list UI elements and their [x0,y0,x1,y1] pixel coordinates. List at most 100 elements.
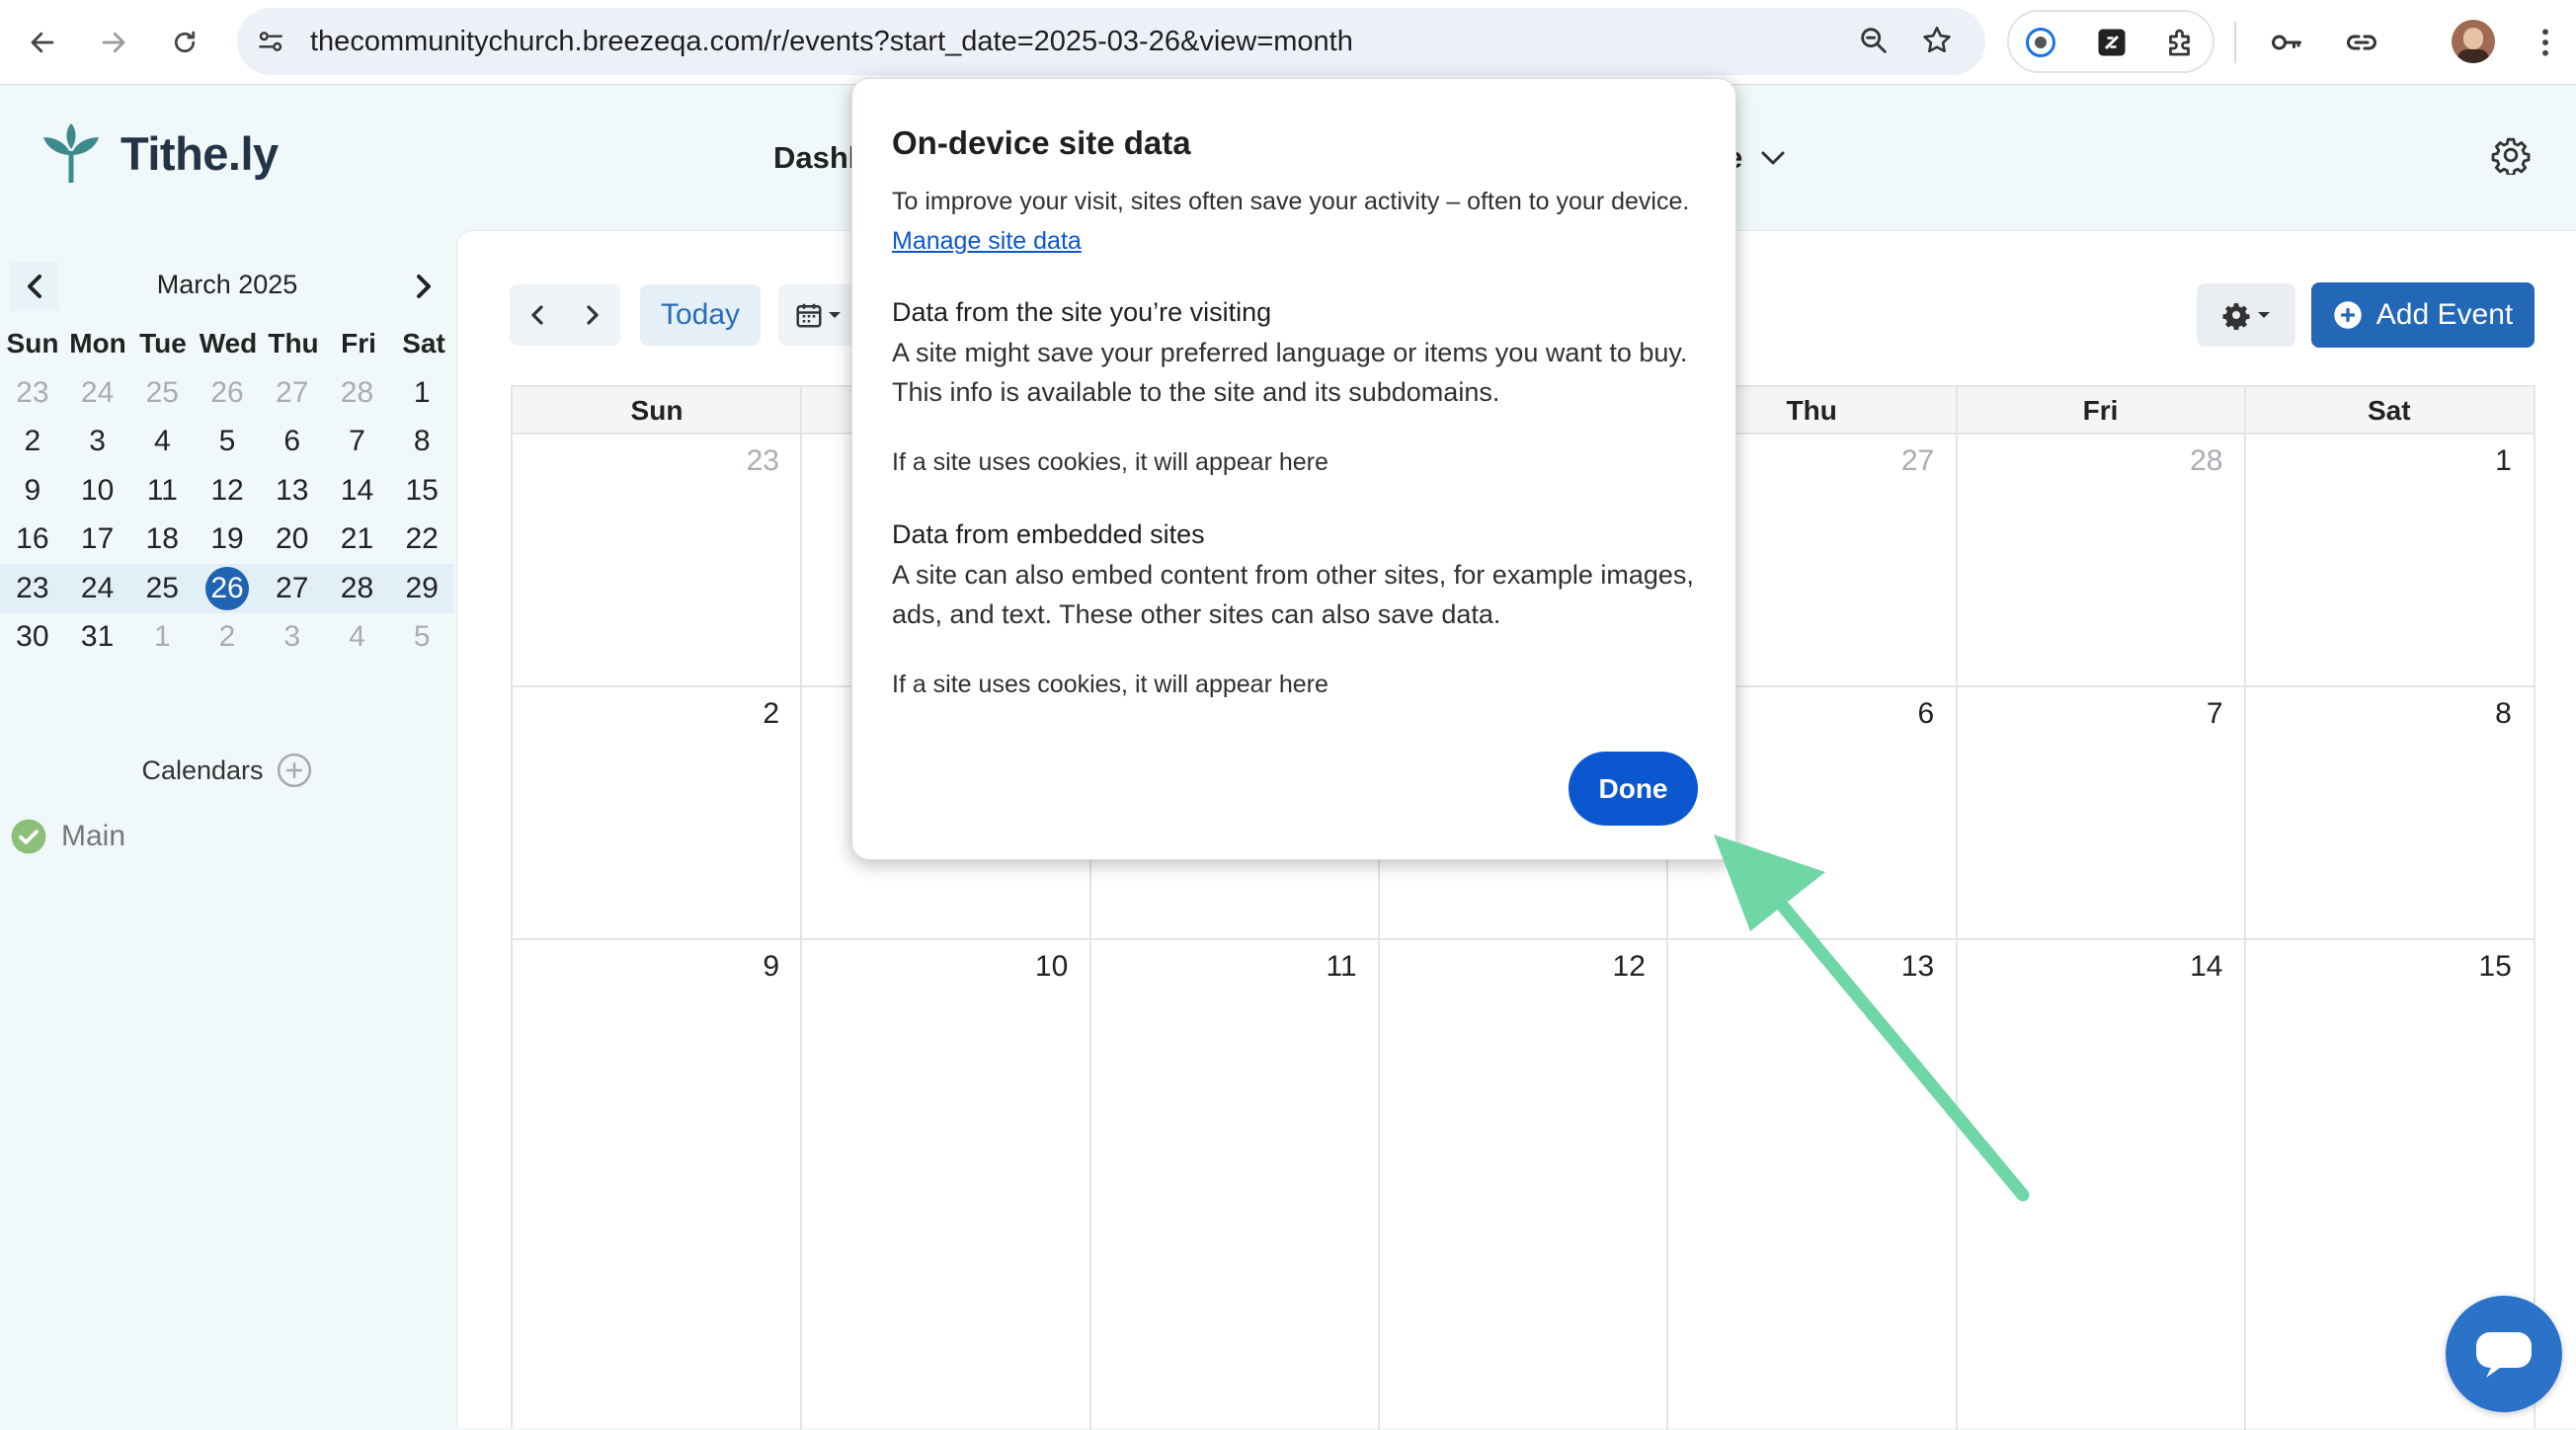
mini-day[interactable]: 5 [389,620,454,654]
day-cell[interactable]: 23 [513,435,801,685]
profile-avatar[interactable] [2452,20,2495,63]
done-button[interactable]: Done [1569,752,1698,826]
mini-day-number: 2 [218,620,236,654]
mini-day-number: 21 [340,522,374,556]
mini-day-number: 5 [413,620,431,654]
prev-month-button[interactable] [510,284,565,346]
url-text[interactable]: thecommunitychurch.breezeqa.com/r/events… [310,26,1353,58]
mini-day[interactable]: 19 [195,522,260,556]
settings-gear-icon[interactable] [2491,135,2531,175]
mini-day-number: 2 [24,425,41,458]
mini-day-today[interactable]: 26 [195,566,260,610]
mini-day[interactable]: 29 [389,572,454,605]
mini-day[interactable]: 31 [65,620,130,654]
mini-week-row: 30 31 1 2 3 4 5 [0,613,454,663]
password-manager-extension-icon[interactable] [2023,25,2058,60]
mini-day[interactable]: 2 [195,620,260,654]
mini-day[interactable]: 24 [65,376,130,410]
mini-day-number: 22 [405,522,439,556]
add-event-button[interactable]: Add Event [2311,282,2535,348]
calendar-settings-button[interactable] [2197,283,2295,347]
mini-day[interactable]: 10 [65,474,130,508]
mini-day-number: 6 [283,425,301,458]
zoom-icon[interactable] [1857,24,1891,57]
day-cell[interactable]: 1 [2245,435,2534,685]
mini-day[interactable]: 27 [260,376,325,410]
reload-icon[interactable] [160,18,209,67]
checkmark-circle-icon[interactable] [10,818,47,855]
site-info-icon[interactable] [255,26,286,57]
mini-day-number: 5 [218,425,236,458]
brand-logo[interactable]: Tithe.ly [40,121,279,185]
mini-day[interactable]: 3 [260,620,325,654]
mini-day[interactable]: 1 [389,376,454,410]
day-cell[interactable]: 15 [2245,940,2534,1191]
mini-day[interactable]: 13 [260,474,325,508]
mini-day[interactable]: 28 [325,376,390,410]
mini-day[interactable]: 11 [129,474,195,508]
mini-day[interactable]: 27 [260,572,325,605]
mini-day[interactable]: 24 [65,572,130,605]
day-number: 1 [2495,444,2512,477]
mini-day[interactable]: 15 [389,474,454,508]
day-number: 7 [2206,697,2223,730]
mini-day[interactable]: 1 [129,620,195,654]
mini-day[interactable]: 3 [65,425,130,458]
mini-day[interactable]: 23 [0,376,65,410]
mini-day[interactable]: 17 [65,522,130,556]
mini-day[interactable]: 26 [195,376,260,410]
month-nav [510,284,620,346]
mini-day[interactable]: 20 [260,522,325,556]
mini-day[interactable]: 8 [389,425,454,458]
mini-day-number: 3 [89,425,106,458]
mini-day[interactable]: 22 [389,522,454,556]
mini-day[interactable]: 16 [0,522,65,556]
manage-site-data-link[interactable]: Manage site data [892,227,1082,255]
chat-support-button[interactable] [2446,1296,2562,1412]
view-switcher-button[interactable] [778,284,857,346]
calendar-item-main[interactable]: Main [10,818,125,855]
day-cell[interactable]: 8 [2245,687,2534,938]
mini-day[interactable]: 28 [325,572,390,605]
day-cell[interactable]: 2 [513,687,801,938]
mini-day[interactable]: 12 [195,474,260,508]
day-cell[interactable]: 11 [1090,940,1379,1191]
mini-day[interactable]: 4 [325,620,390,654]
bookmark-star-icon[interactable] [1920,24,1954,57]
mini-day[interactable]: 23 [0,572,65,605]
day-cell[interactable]: 28 [1957,435,2245,685]
sync-off-extension-icon[interactable] [2094,25,2130,60]
section1-title: Data from the site you’re visiting [892,297,1272,327]
forward-icon[interactable] [89,18,138,67]
next-month-button[interactable] [565,284,620,346]
day-cell[interactable]: 12 [1379,940,1667,1191]
add-calendar-icon[interactable] [276,752,313,789]
day-number: 28 [2190,444,2223,477]
section2-empty-note: If a site uses cookies, it will appear h… [892,671,1328,698]
mini-weekday-label: Fri [341,327,376,358]
address-bar[interactable]: thecommunitychurch.breezeqa.com/r/events… [237,8,1985,75]
link-icon[interactable] [2337,18,2386,67]
mini-day[interactable]: 25 [129,572,195,605]
mini-day[interactable]: 18 [129,522,195,556]
mini-day[interactable]: 30 [0,620,65,654]
back-icon[interactable] [18,18,67,67]
mini-day[interactable]: 21 [325,522,390,556]
mini-day[interactable]: 5 [195,425,260,458]
mini-day[interactable]: 2 [0,425,65,458]
mini-day[interactable]: 6 [260,425,325,458]
mini-day-number: 11 [146,473,178,507]
mini-day[interactable]: 7 [325,425,390,458]
key-icon[interactable] [2262,18,2311,67]
puzzle-icon[interactable] [2163,25,2199,60]
mini-day[interactable]: 9 [0,474,65,508]
today-button[interactable]: Today [640,284,761,346]
chrome-menu-icon[interactable] [2521,18,2570,67]
mini-day[interactable]: 25 [129,376,195,410]
mini-calendar-next-icon[interactable] [399,262,448,311]
day-cell[interactable]: 9 [513,940,801,1191]
day-cell[interactable]: 10 [801,940,1089,1191]
mini-day[interactable]: 14 [325,474,390,508]
sprout-icon [43,123,99,183]
mini-day[interactable]: 4 [129,425,195,458]
